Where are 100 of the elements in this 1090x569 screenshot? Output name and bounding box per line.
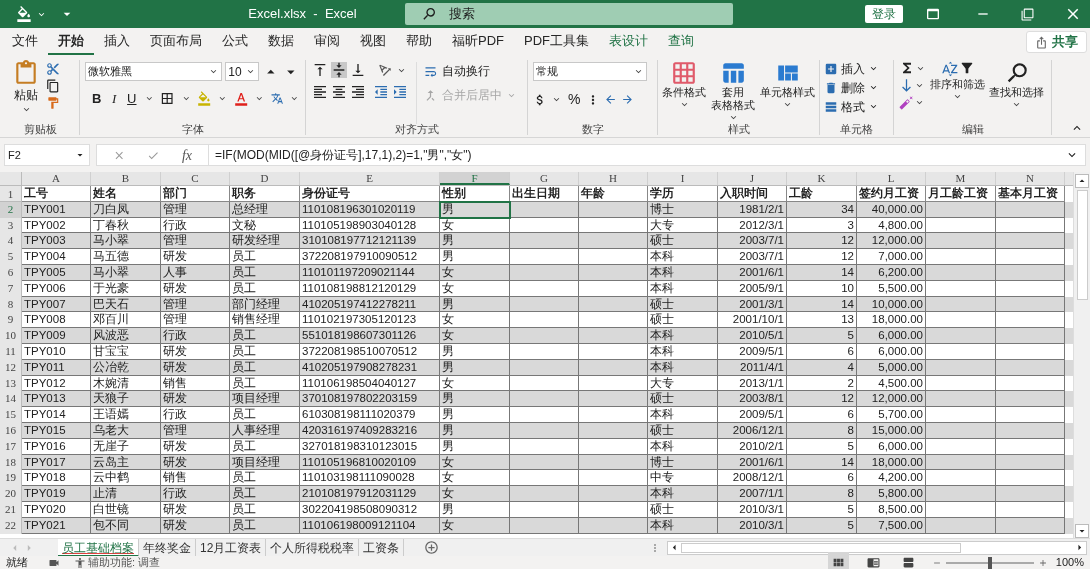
column-header[interactable]: D [230, 172, 300, 185]
borders-icon[interactable] [160, 91, 175, 107]
copy-icon[interactable] [46, 79, 60, 93]
eraser-icon[interactable] [899, 95, 914, 110]
align-right-icon[interactable] [350, 84, 366, 100]
table-cell: 110101197209021144 [300, 265, 440, 281]
underline-button[interactable]: U [126, 89, 138, 109]
orientation-icon[interactable] [377, 62, 393, 78]
table-cell: 7,500.00 [857, 517, 926, 534]
column-header[interactable]: H [579, 172, 648, 185]
column-header[interactable]: J [718, 172, 787, 185]
share-button[interactable]: 共享 [1026, 31, 1087, 53]
column-header[interactable]: G [510, 172, 579, 185]
ribbon-tab[interactable]: 视图 [350, 29, 396, 55]
ribbon-tab[interactable]: 表设计 [599, 29, 658, 55]
sheet-tab[interactable]: 员工基础档案 [58, 538, 139, 557]
decrease-decimal-icon[interactable] [621, 93, 635, 106]
column-header[interactable]: A [22, 172, 91, 185]
row-number[interactable]: 9 [0, 312, 22, 329]
fill-color-icon[interactable] [16, 6, 32, 22]
ribbon-tab[interactable]: PDF工具集 [514, 29, 599, 55]
row-number[interactable]: 14 [0, 391, 22, 408]
find-select-button[interactable]: 查找和选择 [989, 60, 1044, 124]
column-header[interactable]: K [787, 172, 857, 185]
fill-icon[interactable] [899, 78, 914, 93]
phonetic-icon[interactable] [270, 92, 284, 106]
ribbon-tab[interactable]: 公式 [212, 29, 258, 55]
accessibility-status[interactable]: 辅助功能: 调查 [88, 557, 161, 568]
zoom-slider-thumb[interactable] [987, 556, 992, 569]
column-header[interactable]: C [161, 172, 230, 185]
cells-button[interactable]: 格式 [824, 98, 889, 115]
row-number[interactable]: 4 [0, 233, 22, 250]
align-left-icon[interactable] [312, 84, 328, 100]
column-header[interactable]: L [857, 172, 926, 185]
column-header[interactable]: F [440, 172, 510, 185]
column-header[interactable]: N [996, 172, 1065, 185]
align-top-icon[interactable] [312, 62, 328, 78]
style-button[interactable]: 套用 表格格式 [710, 60, 756, 124]
column-header[interactable]: M [926, 172, 996, 185]
row-number[interactable]: 20 [0, 486, 22, 502]
column-header[interactable]: I [648, 172, 718, 185]
group-label: 剪贴板 [23, 124, 58, 135]
ribbon-tab[interactable]: 文件 [2, 29, 48, 55]
table-cell: 男 [440, 343, 510, 360]
ribbon-tab[interactable]: 数据 [258, 29, 304, 55]
sort-filter-button[interactable]: 排序和筛选 [930, 60, 985, 124]
row-number[interactable]: 1 [0, 186, 22, 202]
italic-button[interactable]: I [108, 89, 121, 109]
table-cell: 男 [440, 501, 510, 518]
cells-button[interactable]: 删除 [824, 79, 889, 96]
font-size-field[interactable]: 10 [225, 62, 259, 81]
decrease-indent-icon[interactable] [373, 84, 389, 100]
ribbon-tab[interactable]: 审阅 [304, 29, 350, 55]
ribbon-display-icon[interactable] [925, 6, 941, 22]
wrap-text-button[interactable]: 自动换行 [423, 62, 517, 80]
zoom-level[interactable]: 100% [1055, 557, 1084, 568]
group-label: 单元格 [839, 124, 874, 135]
increase-decimal-icon[interactable] [604, 93, 618, 106]
search-icon[interactable] [421, 6, 437, 22]
ribbon-tab[interactable]: 页面布局 [140, 29, 212, 55]
fill-color-icon[interactable] [197, 91, 212, 107]
paste-button[interactable]: 粘贴 [10, 60, 42, 124]
scrollbar-thumb[interactable] [1076, 190, 1088, 300]
cut-icon[interactable] [46, 62, 60, 76]
increase-indent-icon[interactable] [392, 84, 408, 100]
row-number[interactable]: 15 [0, 407, 22, 423]
restore-icon[interactable] [1021, 7, 1034, 21]
accessibility-icon[interactable] [74, 556, 86, 569]
ribbon-tab[interactable]: 帮助 [396, 29, 442, 55]
search-field[interactable]: 搜索 [405, 3, 733, 25]
ribbon-tab[interactable]: 开始 [48, 29, 94, 55]
sign-in-button[interactable]: 登录 [865, 5, 903, 23]
font-name-field[interactable]: 微软雅黑 [85, 62, 223, 81]
view-icon[interactable] [866, 556, 880, 569]
table-cell [996, 501, 1065, 518]
table-cell [510, 438, 579, 455]
align-middle-icon[interactable] [331, 62, 347, 78]
row-number[interactable]: 5 [0, 249, 22, 265]
style-button[interactable]: 条件格式 [661, 60, 707, 124]
align-bottom-icon[interactable] [350, 62, 366, 78]
view-icon[interactable] [901, 556, 915, 569]
percent-button[interactable]: % [566, 89, 583, 110]
add-sheet-icon[interactable] [424, 540, 440, 555]
scroll-up-icon[interactable] [1075, 174, 1089, 188]
bold-button[interactable]: B [91, 89, 103, 109]
ribbon-tab[interactable]: 福昕PDF [442, 29, 514, 55]
row-number[interactable]: 10 [0, 328, 22, 344]
table-cell: 员工 [230, 407, 300, 423]
ribbon-tab[interactable]: 插入 [94, 29, 140, 55]
scroll-down-icon[interactable] [1075, 524, 1089, 538]
cells-button[interactable]: 插入 [824, 60, 889, 77]
align-center-icon[interactable] [331, 84, 347, 100]
scrollbar-thumb[interactable] [681, 542, 962, 553]
ribbon-tab[interactable]: 查询 [658, 29, 704, 55]
row-number[interactable]: 19 [0, 470, 22, 487]
column-header[interactable]: B [91, 172, 161, 185]
style-button[interactable]: 单元格样式 [759, 60, 816, 124]
name-box[interactable]: F2 [4, 144, 90, 166]
number-format-field[interactable]: 常规 [533, 62, 647, 81]
font-color-icon[interactable] [234, 91, 249, 107]
